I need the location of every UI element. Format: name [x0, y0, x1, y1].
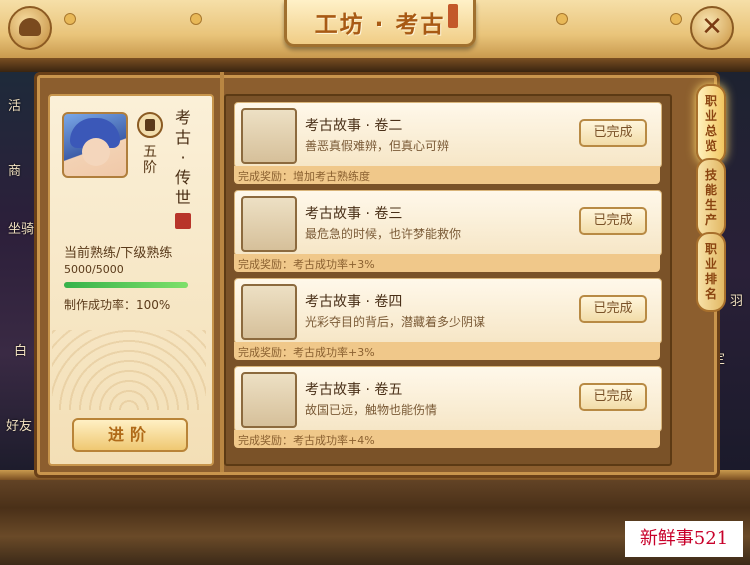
- flower-scroll-icon: [241, 196, 297, 252]
- reward-text: 完成奖励：考古成功率+3%: [238, 346, 375, 359]
- title-seal-icon: [448, 4, 458, 28]
- quest-title: 考古故事 · 卷五: [305, 382, 403, 398]
- tab-career-ranking[interactable]: 职业排名: [696, 232, 726, 312]
- advance-button[interactable]: 进阶: [72, 418, 188, 452]
- side-menu-label[interactable]: 坐骑: [8, 218, 34, 237]
- quest-list[interactable]: 考古故事 · 卷二 善恶真假难辨，但真心可辨 已完成 完成奖励：增加考古熟练度 …: [224, 94, 672, 466]
- ornament-coin-icon: [190, 13, 202, 25]
- home-icon: [19, 18, 41, 36]
- quest-title: 考古故事 · 卷二: [305, 118, 403, 134]
- list-item: 考古故事 · 卷五 故国已远，触物也能伤情 已完成 完成奖励：考古成功率+4%: [234, 366, 662, 448]
- side-menu-label[interactable]: 商: [8, 160, 21, 179]
- completed-button[interactable]: 已完成: [579, 207, 647, 235]
- side-menu-label[interactable]: 好友: [6, 415, 32, 434]
- side-menu-label[interactable]: 活: [8, 95, 21, 114]
- list-item: 考古故事 · 卷三 最危急的时候，也许梦能救你 已完成 完成奖励：考古成功率+3…: [234, 190, 662, 272]
- rank-label: 五阶: [143, 144, 157, 176]
- quest-title: 考古故事 · 卷三: [305, 206, 403, 222]
- quest-description: 光彩夺目的背后，潜藏着多少阴谋: [305, 315, 486, 329]
- ornament-coin-icon: [64, 13, 76, 25]
- golden-bowl-icon: [241, 372, 297, 428]
- page-title: 工坊 · 考古: [314, 12, 446, 38]
- jade-vessel-icon: [241, 108, 297, 164]
- rank-badge-icon: [137, 112, 163, 138]
- reward-text: 完成奖励：考古成功率+3%: [238, 258, 375, 271]
- pipa-lute-icon: [241, 284, 297, 340]
- side-menu-label[interactable]: 羽: [730, 290, 743, 309]
- list-item: 考古故事 · 卷二 善恶真假难辨，但真心可辨 已完成 完成奖励：增加考古熟练度: [234, 102, 662, 184]
- completed-button[interactable]: 已完成: [579, 383, 647, 411]
- tab-career-overview[interactable]: 职业总览: [696, 84, 726, 164]
- reward-text: 完成奖励：考古成功率+4%: [238, 434, 375, 447]
- home-button[interactable]: [8, 6, 52, 50]
- title-seal-icon: [175, 213, 191, 229]
- watermark: 新鲜事521: [625, 521, 743, 557]
- wave-pattern: [52, 330, 206, 410]
- quest-description: 善恶真假难辨，但真心可辨: [305, 139, 450, 153]
- proficiency-bar-fill: [64, 282, 188, 288]
- tab-skill-production[interactable]: 技能生产: [696, 158, 726, 238]
- quest-title: 考古故事 · 卷四: [305, 294, 403, 310]
- proficiency-value: 5000/5000: [64, 263, 124, 276]
- reward-text: 完成奖励：增加考古熟练度: [238, 170, 370, 183]
- avatar: [62, 112, 128, 178]
- side-menu-label[interactable]: 白: [14, 340, 27, 359]
- completed-button[interactable]: 已完成: [579, 295, 647, 323]
- proficiency-bar: [64, 282, 188, 288]
- ornament-coin-icon: [670, 13, 682, 25]
- completed-button[interactable]: 已完成: [579, 119, 647, 147]
- close-button[interactable]: ✕: [690, 6, 734, 50]
- proficiency-label: 当前熟练/下级熟练: [64, 246, 173, 261]
- list-item: 考古故事 · 卷四 光彩夺目的背后，潜藏着多少阴谋 已完成 完成奖励：考古成功率…: [234, 278, 662, 360]
- ornament-coin-icon: [556, 13, 568, 25]
- quest-description: 最危急的时候，也许梦能救你: [305, 227, 462, 241]
- success-rate-label: 制作成功率：100%: [64, 298, 171, 312]
- top-bar-shadow: [0, 58, 750, 72]
- profession-title: 考 古 · 传 世: [174, 108, 191, 207]
- quest-description: 故国已远，触物也能伤情: [305, 403, 438, 417]
